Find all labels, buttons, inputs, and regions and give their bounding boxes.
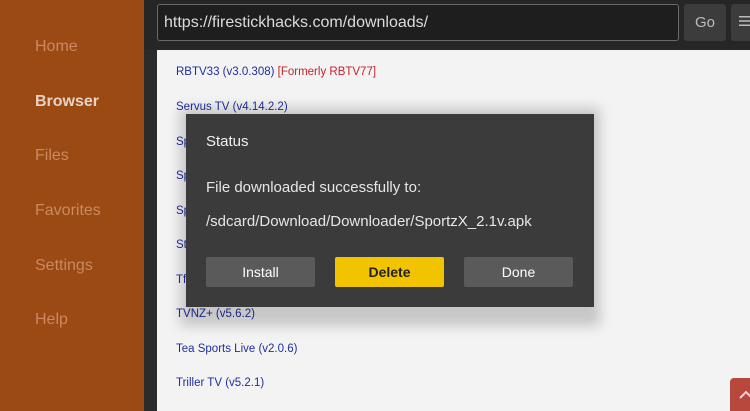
link-note: [Formerly RBTV77] [277, 66, 377, 78]
floating-action-button[interactable] [730, 378, 750, 411]
sidebar-item-files[interactable]: Files [35, 147, 69, 165]
sidebar-item-help[interactable]: Help [35, 311, 68, 329]
sidebar-item-home[interactable]: Home [35, 38, 78, 56]
download-link[interactable]: Tea Sports Live (v2.0.6) [176, 343, 297, 355]
download-link[interactable]: Triller TV (v5.2.1) [176, 377, 264, 389]
dialog-file-path: /sdcard/Download/Downloader/SportzX_2.1v… [206, 213, 532, 230]
done-button[interactable]: Done [464, 257, 573, 287]
dialog-message: File downloaded successfully to: [206, 179, 422, 196]
menu-icon[interactable] [731, 4, 750, 41]
delete-button[interactable]: Delete [335, 257, 444, 287]
chevron-up-icon [739, 390, 750, 399]
sidebar-item-browser[interactable]: Browser [35, 93, 99, 111]
link-text: RBTV33 (v3.0.308) [176, 66, 275, 78]
url-input[interactable]: https://firestickhacks.com/downloads/ [157, 4, 679, 41]
dialog-title: Status [206, 133, 249, 150]
go-button[interactable]: Go [684, 4, 726, 41]
sidebar-item-settings[interactable]: Settings [35, 257, 93, 275]
hamburger-icon [739, 16, 750, 26]
sidebar: Home Browser Files Favorites Settings He… [0, 0, 144, 411]
status-dialog: Status File downloaded successfully to: … [186, 114, 594, 307]
install-button[interactable]: Install [206, 257, 315, 287]
download-link[interactable]: RBTV33 (v3.0.308) [Formerly RBTV77] [176, 66, 376, 78]
sidebar-item-favorites[interactable]: Favorites [35, 202, 101, 220]
